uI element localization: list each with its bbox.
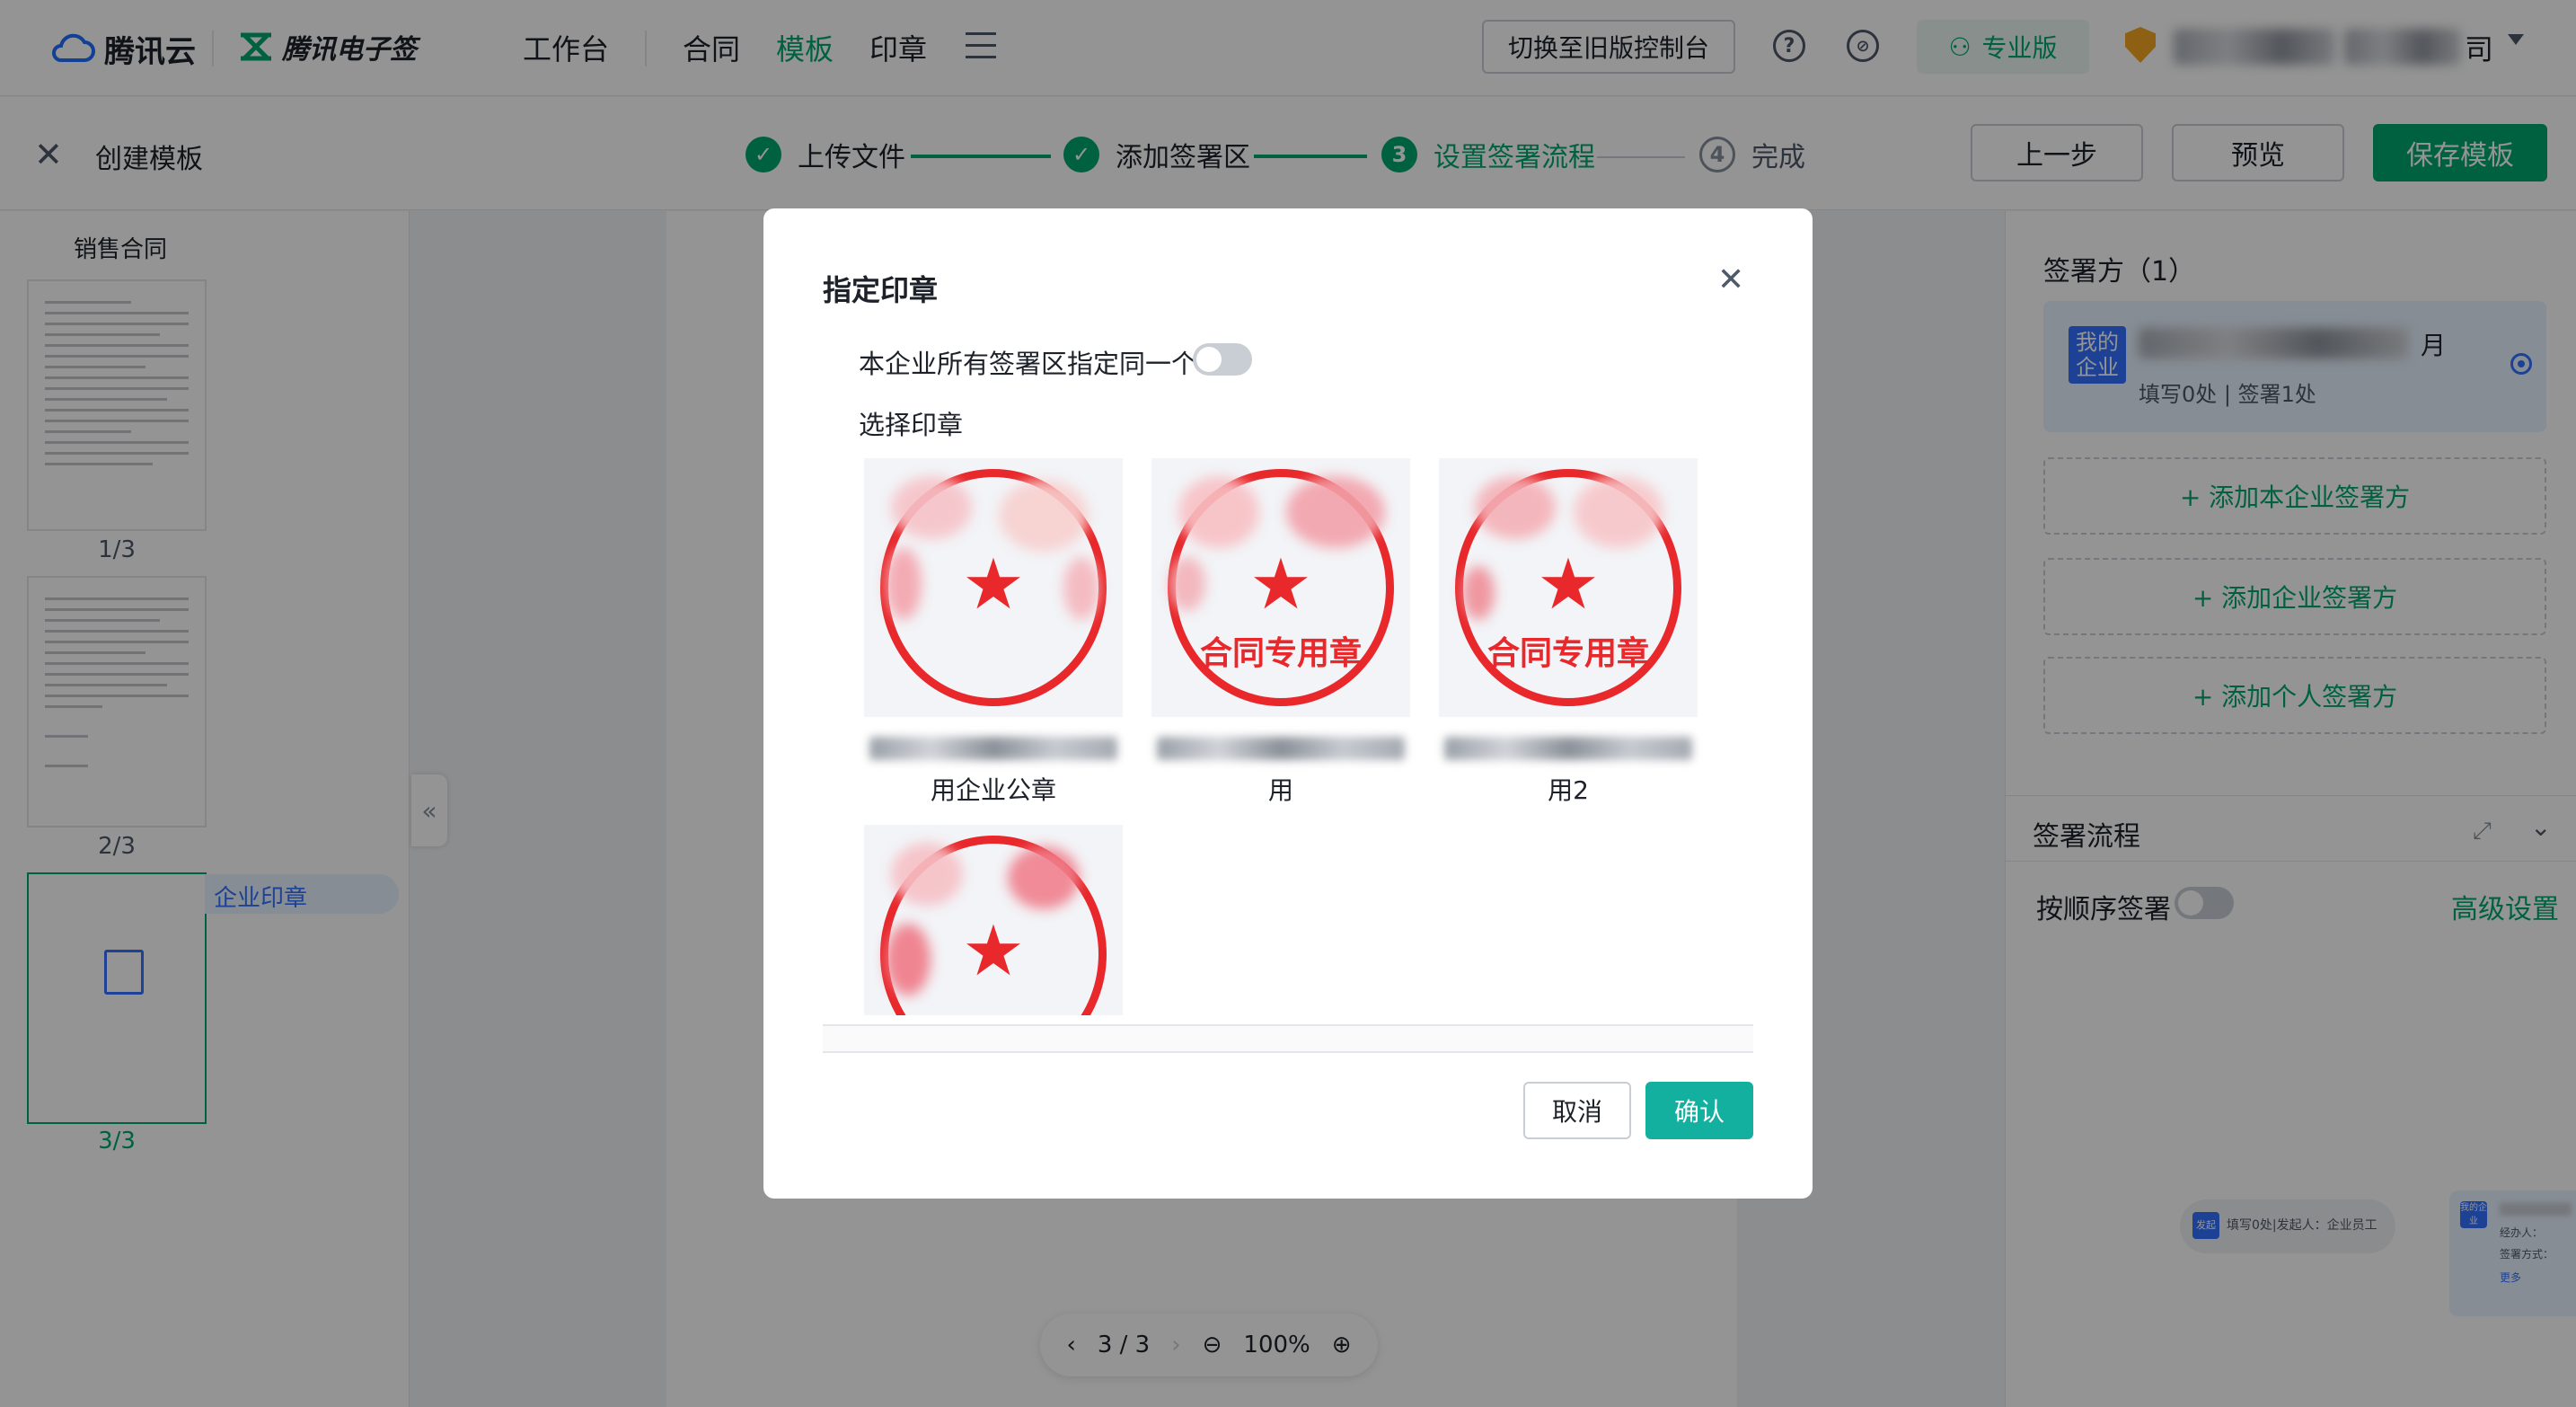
seal-image: ★ [864, 458, 1123, 717]
seal-inscription: 合同专用章 [1199, 634, 1362, 672]
seal-option[interactable]: ★ 用企业公章 [864, 458, 1123, 807]
seal-option[interactable]: ★ 合同专用章 用 [1151, 458, 1410, 807]
select-seal-dialog: 指定印章 ✕ 本企业所有签署区指定同一个 选择印章 ★ 用企业公章 ★ 合同专用… [763, 208, 1813, 1199]
seal-owner-redacted [1444, 737, 1692, 760]
seal-option[interactable]: ★ 合同专用章 用2 [1439, 458, 1698, 807]
seal-inscription: 合同专用章 [1486, 634, 1649, 672]
cancel-button[interactable]: 取消 [1523, 1082, 1631, 1139]
seal-image: ★ 合同专用章 [1151, 458, 1410, 717]
seal-image: ★ 合同专用章 [1439, 458, 1698, 717]
seal-owner-redacted [869, 737, 1117, 760]
star-icon: ★ [1249, 544, 1312, 625]
same-seal-toggle[interactable] [1193, 343, 1252, 376]
star-icon: ★ [962, 544, 1025, 625]
seal-name: 用2 [1548, 775, 1589, 805]
seal-image: ★ [864, 825, 1123, 1015]
seal-owner-redacted [1157, 737, 1405, 760]
close-icon[interactable]: ✕ [1717, 264, 1744, 296]
seal-name: 用 [1267, 775, 1293, 805]
star-icon: ★ [1537, 544, 1600, 625]
dialog-title: 指定印章 [823, 273, 939, 307]
star-icon: ★ [962, 911, 1025, 992]
seal-option[interactable]: ★ [864, 825, 1123, 1015]
confirm-button[interactable]: 确认 [1645, 1082, 1753, 1139]
seal-name: 用企业公章 [930, 775, 1056, 805]
choose-seal-label: 选择印章 [859, 410, 964, 440]
dialog-divider [823, 1024, 1753, 1053]
same-seal-label: 本企业所有签署区指定同一个 [859, 349, 1198, 379]
